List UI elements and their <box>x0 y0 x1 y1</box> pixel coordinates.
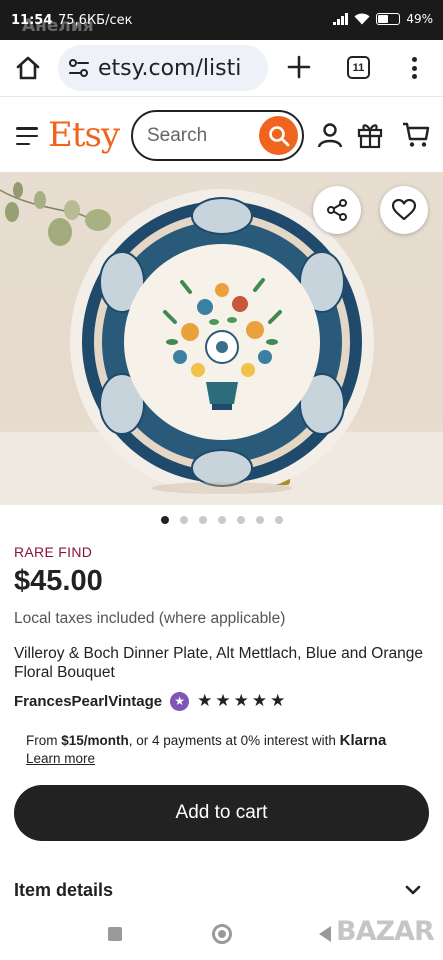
star-icon: ★ <box>251 691 268 710</box>
watermark: BAZAR <box>336 916 435 947</box>
gift-icon[interactable] <box>357 121 383 149</box>
new-tab-icon[interactable] <box>286 54 312 80</box>
star-icon: ★ <box>197 691 213 710</box>
carousel-dot[interactable] <box>160 516 169 524</box>
tab-count: 11 <box>352 61 365 74</box>
signal-icon <box>333 13 349 25</box>
klarna-rest: , or 4 payments at 0% interest with <box>128 733 340 748</box>
star-icon: ★ <box>270 691 286 710</box>
status-speed: 75,6КБ/сек <box>58 13 133 28</box>
carousel-dot[interactable] <box>236 516 245 524</box>
address-bar[interactable]: etsy.com/listi <box>58 45 268 91</box>
shop-name-link[interactable]: FrancesPearlVintage <box>14 693 162 710</box>
home-nav-icon[interactable] <box>212 924 232 944</box>
klarna-from: From <box>26 733 62 748</box>
star-icon: ★ <box>233 691 249 710</box>
add-to-cart-label: Add to cart <box>175 802 268 823</box>
tax-note: Local taxes included (where applicable) <box>14 610 286 627</box>
back-icon[interactable] <box>319 926 331 942</box>
wifi-icon <box>354 13 370 25</box>
carousel-dot[interactable] <box>274 516 283 524</box>
product-image[interactable] <box>0 172 443 505</box>
image-carousel-dots[interactable] <box>0 516 443 528</box>
rare-find-badge: RARE FIND <box>14 544 93 560</box>
url-text: etsy.com/listi <box>98 55 242 81</box>
carousel-dot[interactable] <box>217 516 226 524</box>
user-icon[interactable] <box>317 122 343 148</box>
search-button[interactable] <box>259 116 298 155</box>
status-bar: Анелия 11:54 75,6КБ/сек 49% <box>0 0 443 40</box>
learn-more-link[interactable]: Learn more <box>26 750 95 768</box>
chevron-down-icon[interactable] <box>405 884 421 896</box>
shop-row: FrancesPearlVintage ★ ★ ★ ★ ★ ★ <box>14 691 285 711</box>
star-seller-icon: ★ <box>170 691 190 711</box>
heart-icon <box>392 199 416 221</box>
search-icon <box>268 125 289 146</box>
site-header: Etsy Search <box>0 96 443 172</box>
klarna-amount: $15/month <box>61 733 129 748</box>
klarna-logo: Klarna <box>339 732 387 749</box>
carousel-dot[interactable] <box>255 516 264 524</box>
share-icon <box>327 199 347 221</box>
cart-icon[interactable] <box>402 121 430 149</box>
rating-stars[interactable]: ★ ★ ★ ★ ★ <box>197 691 285 711</box>
system-nav-bar: BAZAR <box>0 912 443 960</box>
home-icon[interactable] <box>14 54 42 82</box>
favorite-button[interactable] <box>380 186 428 234</box>
battery-percent: 49% <box>406 12 433 26</box>
search-input[interactable]: Search <box>131 110 304 161</box>
battery-icon <box>376 13 401 25</box>
etsy-logo[interactable]: Etsy <box>48 115 120 155</box>
carousel-dot[interactable] <box>179 516 188 524</box>
add-to-cart-button[interactable]: Add to cart <box>14 785 429 841</box>
site-settings-icon[interactable] <box>68 58 90 78</box>
eucalyptus-leaves <box>0 182 111 246</box>
product-title: Villeroy & Boch Dinner Plate, Alt Mettla… <box>14 645 423 681</box>
status-right-group: 49% <box>333 12 433 26</box>
product-price: $45.00 <box>14 565 103 597</box>
klarna-message: From $15/month, or 4 payments at 0% inte… <box>26 732 386 768</box>
star-icon: ★ <box>215 691 231 710</box>
recents-icon[interactable] <box>108 927 122 941</box>
share-button[interactable] <box>313 186 361 234</box>
hamburger-menu-icon[interactable] <box>16 127 38 145</box>
plate-photo <box>0 182 443 505</box>
tab-switcher-button[interactable]: 11 <box>347 56 370 79</box>
carousel-dot[interactable] <box>198 516 207 524</box>
status-time: 11:54 <box>11 13 53 28</box>
browser-toolbar: etsy.com/listi 11 <box>0 40 443 96</box>
search-placeholder: Search <box>147 124 208 146</box>
browser-menu-icon[interactable] <box>409 54 419 82</box>
item-details-heading[interactable]: Item details <box>14 880 113 901</box>
